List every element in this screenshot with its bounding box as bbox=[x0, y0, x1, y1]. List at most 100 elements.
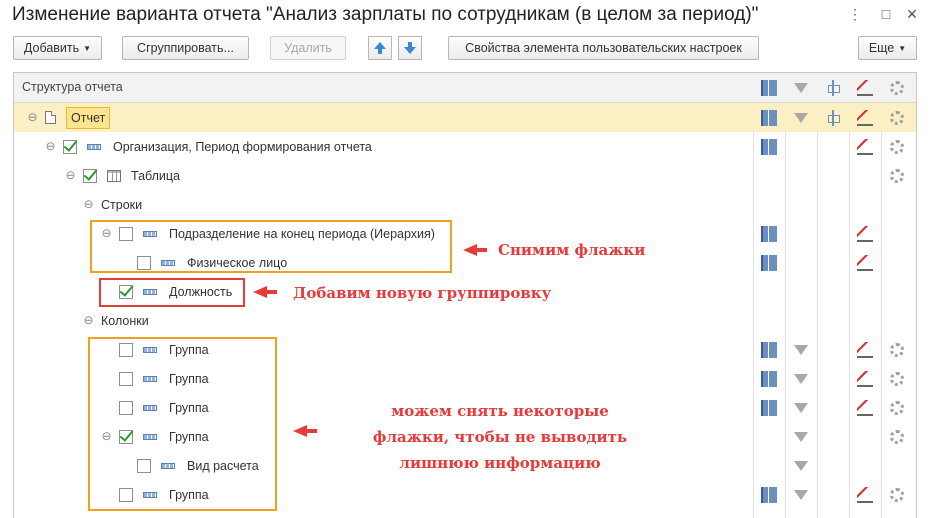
fields-icon-shape bbox=[761, 400, 777, 416]
grid-header: Структура отчета bbox=[14, 73, 916, 103]
more-options-icon[interactable]: ⋮ bbox=[845, 5, 865, 23]
tree-row-label: Таблица bbox=[131, 168, 181, 183]
gear-icon[interactable] bbox=[889, 487, 905, 503]
header-sort-icon[interactable] bbox=[825, 80, 841, 96]
tree-row-label: Отчет bbox=[66, 106, 111, 129]
conditional-format-icon[interactable] bbox=[857, 139, 873, 155]
gear-icon-shape bbox=[890, 372, 904, 386]
more-button-label: Еще bbox=[868, 41, 895, 55]
sort-icon[interactable] bbox=[825, 110, 841, 126]
fields-icon[interactable] bbox=[761, 226, 777, 242]
conditional-format-icon[interactable] bbox=[857, 226, 873, 242]
conditional-format-icon bbox=[857, 80, 873, 96]
filter-icon[interactable] bbox=[793, 487, 809, 503]
gear-icon[interactable] bbox=[889, 429, 905, 445]
close-icon[interactable]: ✕ bbox=[902, 5, 922, 23]
tree-row-rows[interactable]: ⊖ Строки bbox=[14, 190, 916, 219]
filter-icon-shape bbox=[794, 461, 808, 471]
move-down-button[interactable] bbox=[398, 36, 422, 60]
window-title: Изменение варианта отчета "Анализ зарпла… bbox=[12, 4, 759, 25]
filter-icon[interactable] bbox=[793, 429, 809, 445]
conditional-format-icon[interactable] bbox=[857, 400, 873, 416]
header-settings-icon[interactable] bbox=[889, 80, 905, 96]
add-button[interactable]: Добавить ▼ bbox=[13, 36, 102, 60]
more-button[interactable]: Еще ▼ bbox=[858, 36, 917, 60]
filter-icon-shape bbox=[794, 490, 808, 500]
conditional-format-icon-shape bbox=[857, 139, 873, 155]
annotation-box-columns bbox=[88, 337, 277, 511]
collapse-icon[interactable]: ⊖ bbox=[44, 140, 57, 153]
fields-icon-shape bbox=[761, 342, 777, 358]
gear-icon-shape bbox=[890, 343, 904, 357]
tree-row-organization[interactable]: ⊖ Организация, Период формирования отчет… bbox=[14, 132, 916, 161]
group-button[interactable]: Сгруппировать... bbox=[122, 36, 249, 60]
fields-icon-shape bbox=[761, 226, 777, 242]
annotation-arrow-icon bbox=[463, 244, 487, 256]
arrow-up-icon bbox=[374, 42, 386, 54]
gear-icon[interactable] bbox=[889, 400, 905, 416]
gear-icon[interactable] bbox=[889, 342, 905, 358]
filter-icon[interactable] bbox=[793, 110, 809, 126]
fields-icon[interactable] bbox=[761, 400, 777, 416]
header-fields-icon[interactable] bbox=[761, 80, 777, 96]
gear-icon-shape bbox=[890, 488, 904, 502]
conditional-format-icon-shape bbox=[857, 255, 873, 271]
delete-button[interactable]: Удалить bbox=[270, 36, 346, 60]
conditional-format-icon-shape bbox=[857, 342, 873, 358]
grouping-icon bbox=[87, 143, 101, 150]
gear-icon-shape bbox=[890, 401, 904, 415]
header-filter-icon[interactable] bbox=[793, 80, 809, 96]
fields-icon bbox=[761, 80, 777, 96]
fields-icon[interactable] bbox=[761, 255, 777, 271]
collapse-icon[interactable]: ⊖ bbox=[26, 111, 39, 124]
fields-icon[interactable] bbox=[761, 110, 777, 126]
tree-row-label: Строки bbox=[101, 197, 143, 212]
fields-icon-shape bbox=[761, 371, 777, 387]
fields-icon[interactable] bbox=[761, 487, 777, 503]
gear-icon[interactable] bbox=[889, 371, 905, 387]
filter-icon[interactable] bbox=[793, 342, 809, 358]
annotation-remove-flags: Снимим флажки bbox=[498, 241, 646, 259]
conditional-format-icon[interactable] bbox=[857, 371, 873, 387]
filter-icon-shape bbox=[794, 345, 808, 355]
conditional-format-icon[interactable] bbox=[857, 255, 873, 271]
tree-row-label: Колонки bbox=[101, 313, 149, 328]
conditional-format-icon[interactable] bbox=[857, 342, 873, 358]
fields-icon[interactable] bbox=[761, 342, 777, 358]
fields-icon-shape bbox=[761, 110, 777, 126]
filter-icon-shape bbox=[794, 403, 808, 413]
conditional-format-icon-shape bbox=[857, 226, 873, 242]
fields-icon[interactable] bbox=[761, 139, 777, 155]
column-header-structure: Структура отчета bbox=[22, 80, 123, 94]
conditional-format-icon-shape bbox=[857, 110, 873, 126]
gear-icon[interactable] bbox=[889, 139, 905, 155]
title-bar: Изменение варианта отчета "Анализ зарпла… bbox=[0, 0, 930, 30]
maximize-icon[interactable]: □ bbox=[876, 5, 896, 23]
filter-icon[interactable] bbox=[793, 400, 809, 416]
conditional-format-icon[interactable] bbox=[857, 487, 873, 503]
row-checkbox[interactable] bbox=[83, 168, 97, 183]
fields-icon-shape bbox=[761, 139, 777, 155]
tree-row-columns[interactable]: ⊖ Колонки bbox=[14, 306, 916, 335]
gear-icon[interactable] bbox=[889, 168, 905, 184]
move-up-button[interactable] bbox=[368, 36, 392, 60]
header-conditional-format-icon[interactable] bbox=[857, 80, 873, 96]
fields-icon[interactable] bbox=[761, 371, 777, 387]
annotation-uncheck-some: можем снять некоторые флажки, чтобы не в… bbox=[372, 402, 628, 472]
filter-icon[interactable] bbox=[793, 458, 809, 474]
filter-icon-shape bbox=[794, 432, 808, 442]
collapse-icon[interactable]: ⊖ bbox=[82, 198, 95, 211]
filter-icon bbox=[794, 83, 808, 93]
tree-row-table[interactable]: ⊖ Таблица bbox=[14, 161, 916, 190]
element-properties-button[interactable]: Свойства элемента пользовательских настр… bbox=[448, 36, 759, 60]
filter-icon[interactable] bbox=[793, 371, 809, 387]
collapse-icon[interactable]: ⊖ bbox=[64, 169, 77, 182]
row-checkbox[interactable] bbox=[63, 139, 77, 154]
tree-row-report[interactable]: ⊖ Отчет bbox=[14, 103, 916, 132]
conditional-format-icon[interactable] bbox=[857, 110, 873, 126]
table-icon bbox=[107, 169, 121, 182]
chevron-down-icon: ▼ bbox=[898, 44, 907, 53]
add-button-label: Добавить bbox=[23, 41, 80, 55]
collapse-icon[interactable]: ⊖ bbox=[82, 314, 95, 327]
gear-icon[interactable] bbox=[889, 110, 905, 126]
